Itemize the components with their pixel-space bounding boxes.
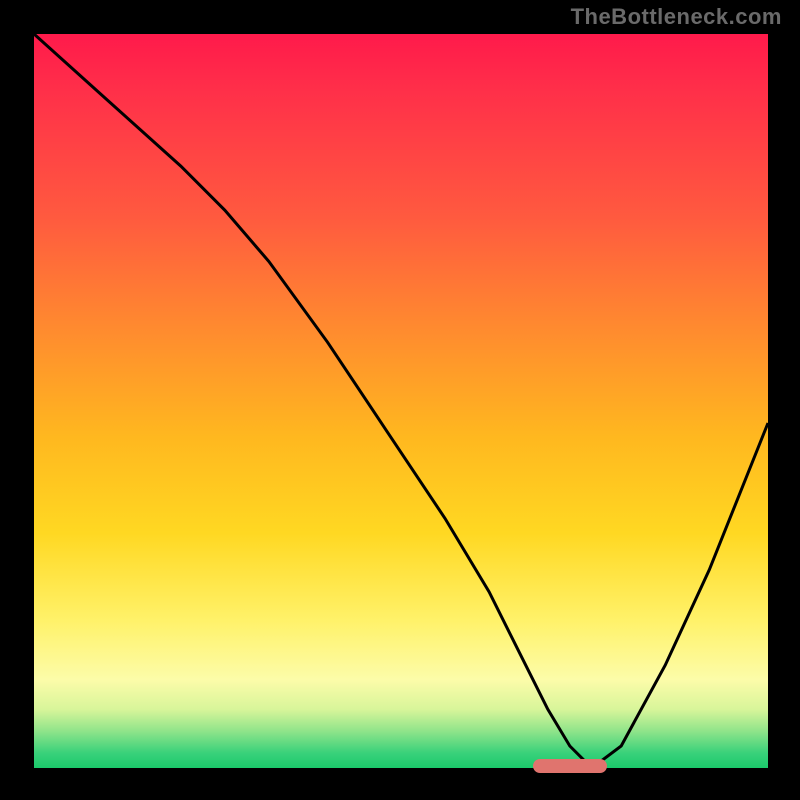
plot-area <box>34 34 768 768</box>
watermark-text: TheBottleneck.com <box>571 4 782 30</box>
bottleneck-curve <box>34 34 768 768</box>
chart-frame: TheBottleneck.com <box>0 0 800 800</box>
curve-path <box>34 34 768 768</box>
optimal-range-marker <box>533 759 606 773</box>
